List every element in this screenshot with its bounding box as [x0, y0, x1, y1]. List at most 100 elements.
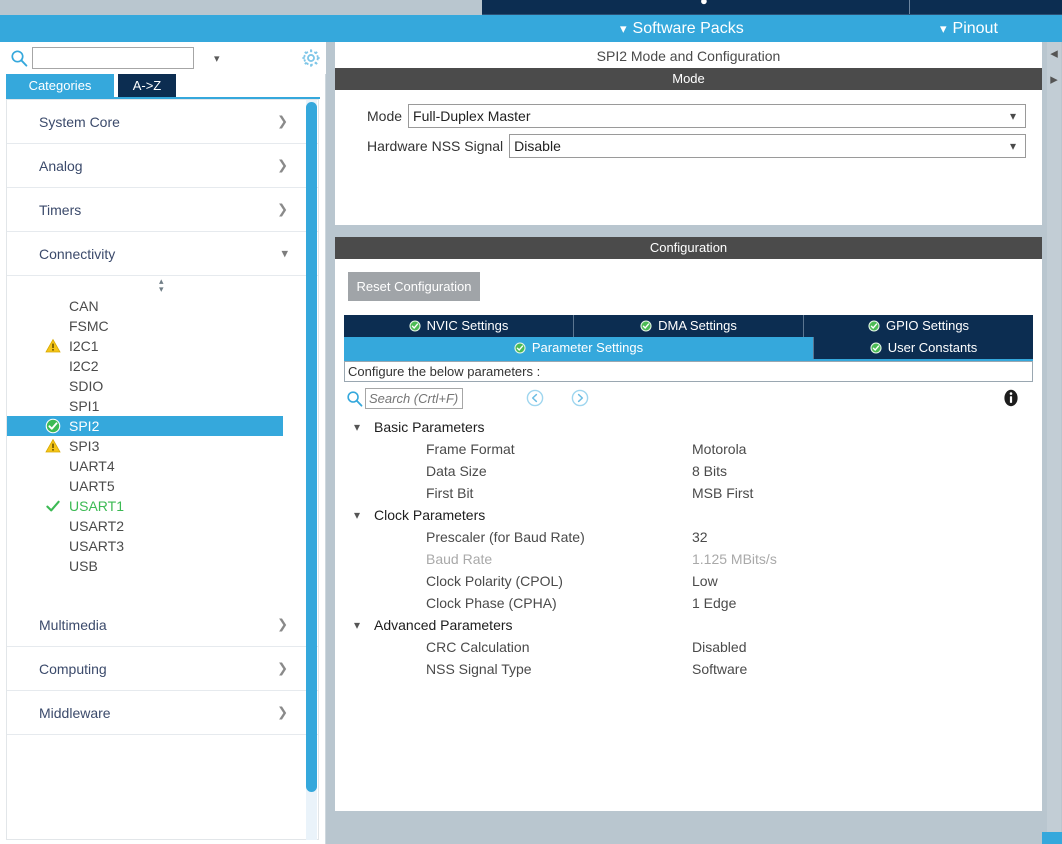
horizontal-scrollbar-thumb[interactable] — [1042, 832, 1062, 844]
chevron-right-icon: ❯ — [277, 617, 288, 632]
circle-left-arrow-icon[interactable] — [526, 389, 544, 407]
sidebar-item-spi2[interactable]: SPI2 — [7, 416, 283, 436]
sidebar-tabs: Categories A->Z — [0, 74, 326, 99]
peripheral-label: I2C2 — [69, 358, 99, 374]
gear-icon[interactable] — [300, 47, 322, 69]
triangle-right-icon[interactable]: ▸ — [1047, 68, 1061, 90]
configuration-section-body: Reset Configuration NVIC Settings DMA Se… — [335, 259, 1042, 811]
tab-gpio-settings-label: GPIO Settings — [885, 318, 970, 333]
peripheral-label: FSMC — [69, 318, 109, 334]
sidebar-item-system-core-label: System Core — [39, 113, 120, 130]
mode-section-header: Mode — [335, 68, 1042, 90]
sidebar-scrollbar-thumb[interactable] — [306, 102, 317, 792]
chevron-down-icon[interactable]: ▾ — [214, 52, 220, 65]
list-item[interactable]: SDIO — [7, 376, 318, 396]
menu-bar: ▾ Software Packs ▾ Pinout — [0, 15, 1062, 42]
sidebar-item-analog[interactable]: Analog ❯ — [7, 144, 318, 188]
list-item[interactable]: I2C2 — [7, 356, 318, 376]
list-item[interactable]: UART5 — [7, 476, 318, 496]
spinner-up-down-icon: ▴ ▾ — [159, 277, 164, 295]
parameter-search-field[interactable] — [365, 388, 463, 409]
menu-item-software-packs-label: Software Packs — [632, 20, 744, 37]
list-item[interactable]: USB — [7, 556, 318, 576]
param-row-clock-phase[interactable]: Clock Phase (CPHA) 1 Edge — [344, 592, 1033, 614]
sidebar-item-timers[interactable]: Timers ❯ — [7, 188, 318, 232]
info-icon[interactable] — [1001, 388, 1021, 408]
list-item[interactable]: FSMC — [7, 316, 318, 336]
chevron-right-icon: ❯ — [277, 202, 288, 217]
reset-configuration-button[interactable]: Reset Configuration — [348, 272, 480, 301]
sidebar-tab-a-to-z[interactable]: A->Z — [118, 74, 176, 98]
param-name: NSS Signal Type — [426, 661, 532, 677]
chevron-right-icon: ❯ — [277, 158, 288, 173]
peripheral-label: UART4 — [69, 458, 115, 474]
menu-item-pinout[interactable]: ▾ Pinout — [940, 18, 998, 40]
chevron-down-icon: ▾ — [1009, 109, 1017, 123]
list-item[interactable]: I2C1 — [7, 336, 318, 356]
mode-field-row: Mode Full-Duplex Master ▾ — [367, 104, 1026, 128]
sidebar-item-connectivity[interactable]: Connectivity ▾ — [7, 232, 318, 276]
hardware-nss-select-value: Disable — [514, 138, 561, 154]
param-row-clock-polarity[interactable]: Clock Polarity (CPOL) Low — [344, 570, 1033, 592]
list-item[interactable]: USART3 — [7, 536, 318, 556]
param-group-label: Clock Parameters — [374, 507, 486, 523]
check-circle-icon — [45, 418, 61, 434]
check-circle-icon — [409, 320, 421, 332]
tab-dma-settings[interactable]: DMA Settings — [574, 315, 804, 337]
param-row-first-bit[interactable]: First Bit MSB First — [344, 482, 1033, 504]
tab-parameter-settings[interactable]: Parameter Settings — [344, 337, 814, 359]
list-item[interactable]: UART4 — [7, 456, 318, 476]
list-item[interactable]: CAN — [7, 296, 318, 316]
param-group-advanced-parameters[interactable]: ▾ Advanced Parameters — [344, 614, 1033, 636]
tab-user-constants[interactable]: User Constants — [814, 337, 1033, 359]
param-row-frame-format[interactable]: Frame Format Motorola — [344, 438, 1033, 460]
sidebar-item-analog-label: Analog — [39, 157, 83, 174]
mode-select[interactable]: Full-Duplex Master ▾ — [408, 104, 1026, 128]
peripheral-label: SPI3 — [69, 438, 100, 454]
search-input[interactable] — [33, 48, 214, 68]
sidebar-item-multimedia-label: Multimedia — [39, 616, 107, 633]
chevron-down-icon: ▾ — [1009, 139, 1017, 153]
pane-splitter[interactable] — [326, 42, 335, 844]
param-name: Prescaler (for Baud Rate) — [426, 529, 585, 545]
triangle-left-icon[interactable]: ◂ — [1047, 42, 1061, 64]
check-circle-icon — [514, 342, 526, 354]
list-item[interactable]: SPI3 — [7, 436, 318, 456]
peripheral-label: UART5 — [69, 478, 115, 494]
param-name: Clock Polarity (CPOL) — [426, 573, 563, 589]
list-item[interactable]: SPI1 — [7, 396, 318, 416]
sidebar-item-usart1[interactable]: USART1 — [7, 496, 318, 516]
param-row-crc-calculation[interactable]: CRC Calculation Disabled — [344, 636, 1033, 658]
param-group-clock-parameters[interactable]: ▾ Clock Parameters — [344, 504, 1033, 526]
param-value: Software — [692, 661, 748, 677]
sidebar-tab-categories[interactable]: Categories — [6, 74, 114, 98]
hardware-nss-select[interactable]: Disable ▾ — [509, 134, 1026, 158]
param-row-data-size[interactable]: Data Size 8 Bits — [344, 460, 1033, 482]
circle-right-arrow-icon[interactable] — [571, 389, 589, 407]
parameter-search-input[interactable] — [366, 389, 462, 408]
search-icon — [346, 390, 363, 407]
param-value: 1.125 MBits/s — [692, 551, 777, 567]
sidebar-item-computing[interactable]: Computing ❯ — [7, 647, 318, 691]
sidebar-item-multimedia[interactable]: Multimedia ❯ — [7, 603, 318, 647]
menu-item-software-packs[interactable]: ▾ Software Packs — [620, 18, 744, 40]
tab-nvic-settings[interactable]: NVIC Settings — [344, 315, 574, 337]
warning-triangle-icon — [45, 438, 61, 454]
param-row-prescaler[interactable]: Prescaler (for Baud Rate) 32 — [344, 526, 1033, 548]
chevron-right-icon: ❯ — [277, 705, 288, 720]
tab-gpio-settings[interactable]: GPIO Settings — [804, 315, 1033, 337]
list-item[interactable]: USART2 — [7, 516, 318, 536]
sidebar-category-list: System Core ❯ Analog ❯ Timers ❯ Connecti… — [6, 99, 319, 840]
param-group-basic-parameters[interactable]: ▾ Basic Parameters — [344, 416, 1033, 438]
param-name: CRC Calculation — [426, 639, 530, 655]
param-row-baud-rate: Baud Rate 1.125 MBits/s — [344, 548, 1033, 570]
cubemx-window: ● ▾ Software Packs ▾ Pinout ▾ Categories… — [0, 0, 1062, 844]
chevron-down-icon: ▾ — [354, 508, 361, 522]
sidebar-item-middleware[interactable]: Middleware ❯ — [7, 691, 318, 735]
right-scrollbar-track[interactable] — [1047, 42, 1061, 838]
sidebar-search-combo[interactable]: ▾ — [32, 47, 220, 69]
top-tab-strip-clipped: ● — [482, 0, 1062, 15]
sidebar-item-system-core[interactable]: System Core ❯ — [7, 100, 318, 144]
param-row-nss-signal-type[interactable]: NSS Signal Type Software — [344, 658, 1033, 680]
peripheral-scroll-spinner[interactable]: ▴ ▾ — [7, 276, 318, 296]
